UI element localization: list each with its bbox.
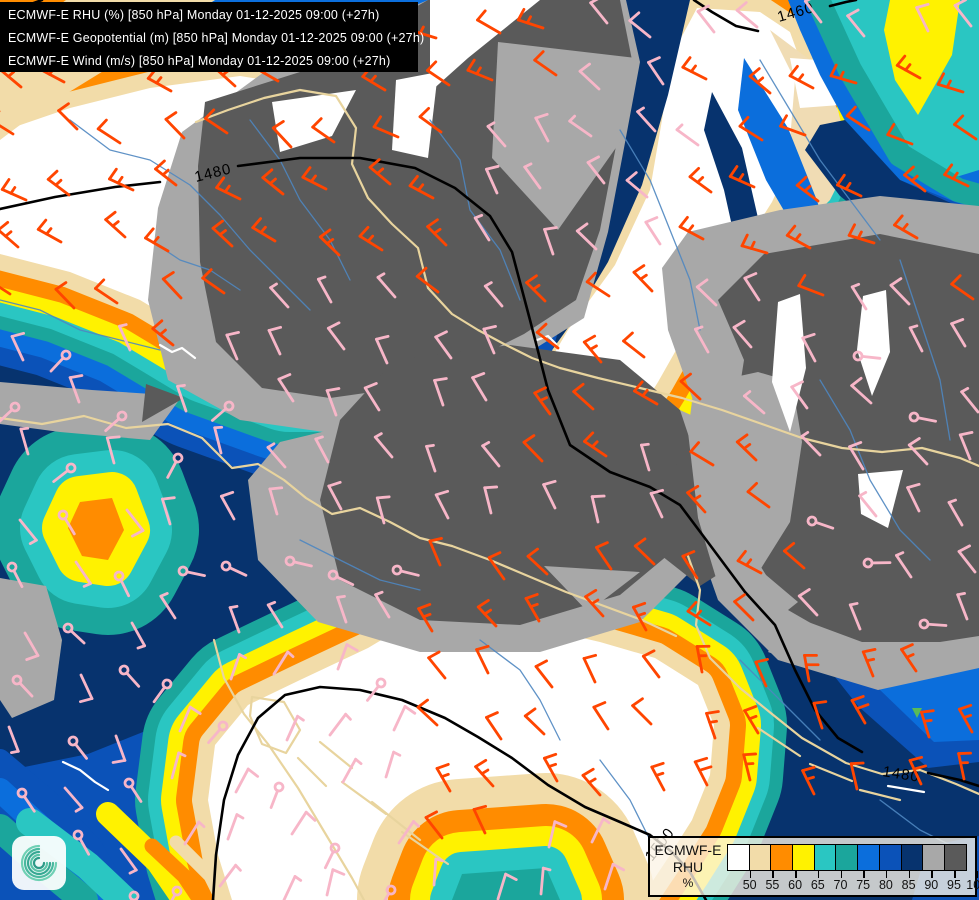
legend-tick (976, 871, 979, 878)
legend-swatch (727, 844, 750, 871)
legend-title: ECMWF-E RHU % (650, 838, 726, 895)
title-line-geopotential: ECMWF-E Geopotential (m) [850 hPa] Monda… (8, 31, 425, 45)
legend-swatch (771, 844, 794, 871)
legend-swatch (944, 844, 967, 871)
legend-swatch (793, 844, 815, 871)
legend-swatch (879, 844, 902, 871)
legend-swatch (858, 844, 880, 871)
logo-background (12, 836, 66, 890)
provider-logo (12, 836, 66, 890)
legend-tick (795, 871, 797, 878)
legend-tick (749, 871, 752, 878)
legend-swatch (814, 844, 837, 871)
legend-tick (840, 871, 842, 878)
legend-unit-label: % (682, 876, 694, 890)
title-box: ECMWF-E RHU (%) [850 hPa] Monday 01-12-2… (0, 2, 425, 72)
legend-color-scale (727, 844, 967, 871)
title-line-wind: ECMWF-E Wind (m/s) [850 hPa] Monday 01-1… (8, 54, 391, 68)
legend-tick (817, 871, 820, 878)
weather-map: 1480146014801500 (0, 0, 979, 900)
legend-swatch (749, 844, 772, 871)
legend-tick (931, 871, 933, 878)
legend-swatch (836, 844, 859, 871)
legend-box: ECMWF-E RHU % 50556065707580859095100 (648, 836, 979, 897)
weather-chart-page: 1480146014801500 ECMWF-E RHU (%) [850 hP… (0, 0, 979, 900)
legend-tick (954, 871, 956, 878)
legend-swatch (901, 844, 924, 871)
legend-field-label: RHU (672, 859, 704, 875)
legend-tick (908, 871, 911, 878)
legend-tick (863, 871, 865, 878)
legend-tick-label: 100 (966, 878, 979, 892)
legend-tick (885, 871, 888, 878)
title-line-rhu: ECMWF-E RHU (%) [850 hPa] Monday 01-12-2… (8, 8, 380, 22)
legend-model-label: ECMWF-E (654, 842, 722, 858)
legend-tick (772, 871, 774, 878)
legend-swatch (923, 844, 945, 871)
